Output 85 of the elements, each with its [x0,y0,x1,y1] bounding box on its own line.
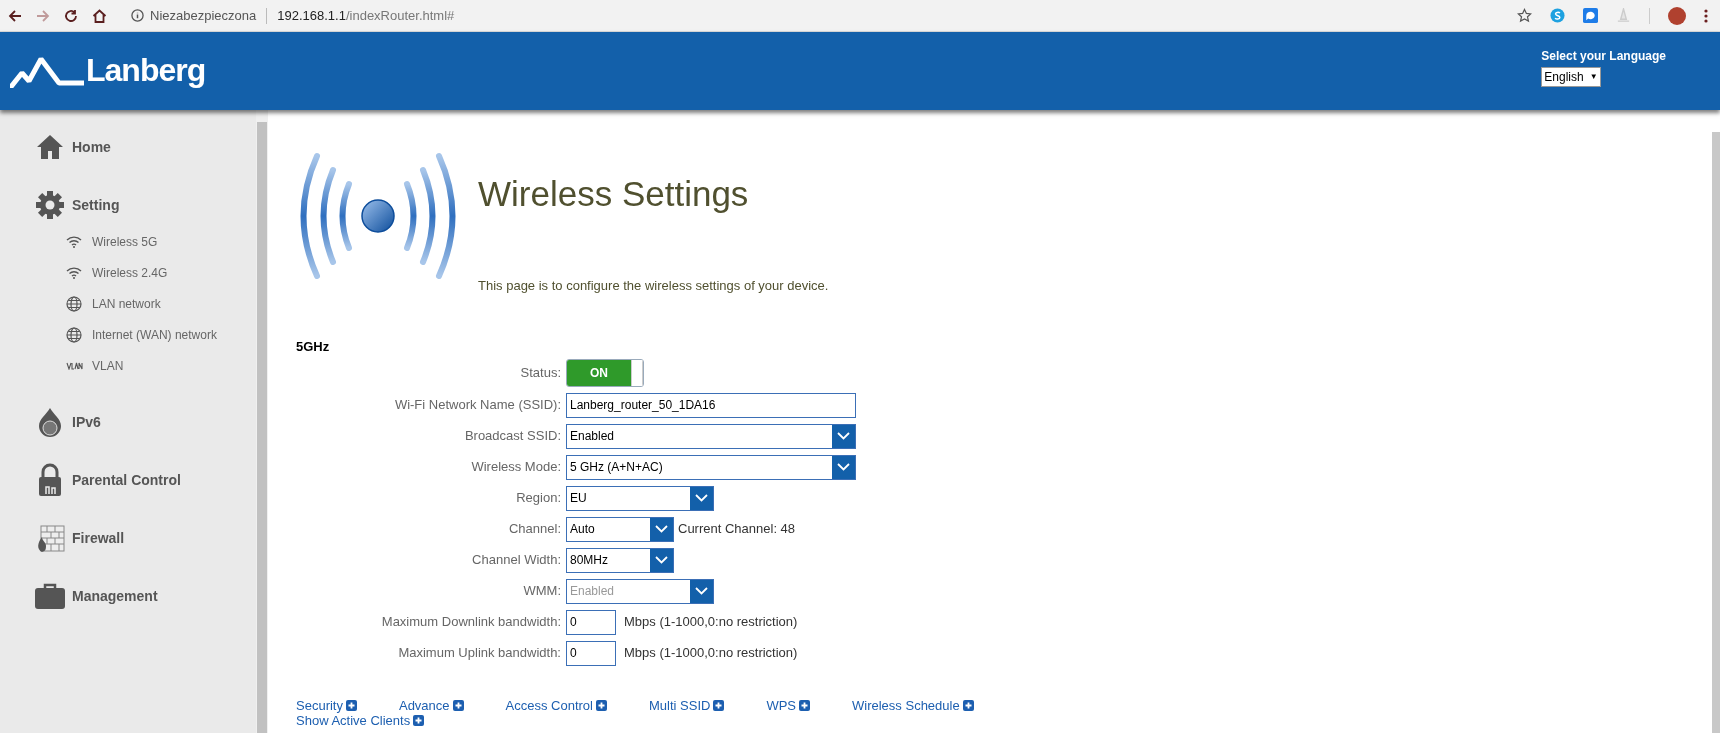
nav-item[interactable]: Parental Control [72,469,181,491]
section-link[interactable]: Wireless Schedule [852,697,974,713]
plus-icon [799,699,810,711]
chevron-down-icon [837,432,850,440]
section-link[interactable]: Access Control [505,697,607,713]
page-scrollbar[interactable] [1712,132,1720,733]
nav-item[interactable]: IPv6 [72,411,101,433]
chevron-down-icon [695,587,708,595]
field-note: Mbps (1-1000,0:no restriction) [624,613,798,632]
chevron-down-icon [655,525,668,533]
nav-subitem[interactable]: VLAN [92,356,124,375]
nav-item[interactable]: Management [72,585,158,607]
field-label: Status: [519,363,562,382]
field-label: WMM: [522,582,562,601]
field-label: Channel: [507,520,562,539]
menu-icon[interactable] [1704,8,1708,23]
chevron-down-icon [655,556,668,564]
firewall-icon [35,523,65,553]
page-title: Wireless Settings [478,173,750,215]
section-link[interactable]: Multi SSID [649,697,725,713]
reload-icon[interactable] [64,8,78,23]
plus-icon [596,699,607,711]
plus-icon [452,699,464,711]
input-field[interactable]: 0 [566,609,616,635]
padlock-icon [38,463,62,497]
language-label: Select your Language [1541,48,1666,65]
field-label: Channel Width: [471,551,562,570]
wifi-icon [66,266,82,279]
field-label: Wi-Fi Network Name (SSID): [393,396,562,415]
home-icon [36,133,64,161]
wifi-icon [66,235,82,248]
avatar[interactable] [1668,6,1686,25]
nav-item[interactable]: Home [72,136,111,158]
input-field[interactable]: 0 [566,640,616,666]
extension-icon[interactable] [1550,8,1565,23]
input-field[interactable]: Lanberg_router_50_1DA16 [566,392,856,418]
section-link[interactable]: Security [296,697,357,713]
mountain-logo-icon [10,56,84,88]
dropdown-select[interactable]: Auto [566,516,674,542]
field-label: Maximum Uplink bandwidth: [397,644,562,663]
field-note: Mbps (1-1000,0:no restriction) [624,644,798,663]
dropdown-select[interactable]: 80MHz [566,547,674,573]
dropdown-select[interactable]: EU [566,485,714,511]
home-icon[interactable] [92,8,107,23]
section-link[interactable]: Show Active Clients [296,712,425,728]
plus-icon [345,699,357,711]
field-label: Broadcast SSID: [463,427,562,446]
section-link[interactable]: Advance [398,697,464,713]
field-label: Wireless Mode: [470,458,562,477]
vlan-icon [65,361,83,370]
status-toggle[interactable]: ON [566,358,644,387]
plus-icon [713,699,725,711]
info-icon[interactable] [131,9,144,22]
nav-subitem[interactable]: LAN network [92,294,161,313]
field-label: Region: [515,489,562,508]
nav-item[interactable]: Setting [72,194,120,216]
sidebar-scrollbar[interactable] [256,110,268,733]
field-note: Current Channel: 48 [678,520,796,539]
language-select[interactable]: English ▼ [1541,67,1601,87]
wireless-signal-icon [298,150,458,282]
section-title: 5GHz [296,338,331,356]
briefcase-icon [34,582,66,610]
nav-subitem[interactable]: Internet (WAN) network [92,325,217,344]
star-icon[interactable] [1517,8,1532,23]
chevron-down-icon [837,463,850,471]
nav-item[interactable]: Firewall [72,527,125,549]
plus-icon [413,714,425,726]
logo-text: Lanberg [86,54,206,88]
plus-icon [962,699,974,711]
globe-icon [66,326,82,343]
back-icon[interactable] [8,8,22,23]
chat-icon[interactable] [1583,8,1598,23]
page-description: This page is to configure the wireless settings of your device. [478,276,829,295]
gear-icon [35,190,65,220]
dropdown-select[interactable]: 5 GHz (A+N+AC) [566,454,856,480]
url-text[interactable]: 192.168.1.1/indexRouter.html# [277,5,455,26]
ipv6-icon [36,407,64,437]
chevron-down-icon [695,494,708,502]
security-label: Niezabezpieczona [150,6,257,25]
globe-icon [66,295,82,312]
dropdown-select[interactable]: Enabled [566,423,856,449]
field-label: Maximum Downlink bandwidth: [380,613,562,632]
nav-subitem[interactable]: Wireless 2.4G [92,263,168,282]
section-link[interactable]: WPS [766,697,810,713]
nav-subitem[interactable]: Wireless 5G [92,232,158,251]
